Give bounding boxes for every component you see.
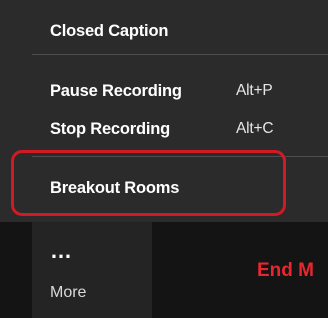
more-label: More xyxy=(50,284,87,301)
menu-item-label: Pause Recording xyxy=(50,81,182,100)
more-menu: Closed Caption Pause Recording Alt+P Sto… xyxy=(0,0,328,222)
menu-item-closed-caption[interactable]: Closed Caption xyxy=(0,12,328,50)
menu-item-pause-recording[interactable]: Pause Recording Alt+P xyxy=(0,76,328,106)
menu-divider xyxy=(32,54,328,55)
menu-item-stop-recording[interactable]: Stop Recording Alt+C xyxy=(0,114,328,144)
menu-item-shortcut: Alt+P xyxy=(236,82,273,99)
more-dots-icon: … xyxy=(50,238,74,263)
menu-item-label: Stop Recording xyxy=(50,119,171,138)
meeting-toolbar: … More End M xyxy=(0,222,328,318)
menu-item-shortcut: Alt+C xyxy=(236,120,274,137)
highlight-annotation-box xyxy=(11,150,286,216)
more-button[interactable]: … More xyxy=(32,222,152,318)
menu-item-label: Closed Caption xyxy=(50,21,169,40)
end-meeting-button[interactable]: End M xyxy=(257,260,314,282)
